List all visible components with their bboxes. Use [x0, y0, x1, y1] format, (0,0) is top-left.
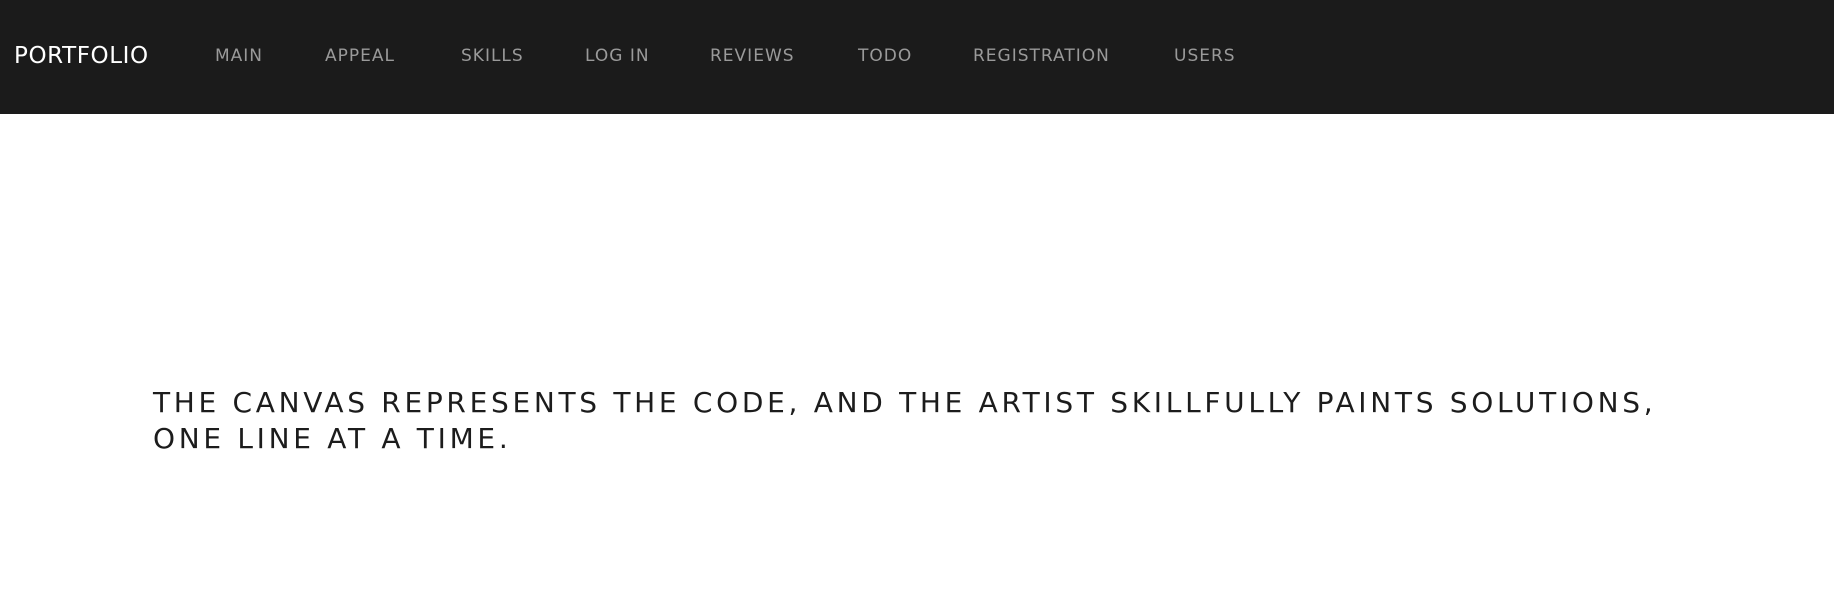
nav-item-reviews[interactable]: REVIEWS — [710, 0, 795, 114]
nav-item-todo[interactable]: TODO — [858, 0, 912, 114]
hero-text-line-2: ONE LINE AT A TIME. — [153, 422, 512, 455]
hero-text-line-1: THE CANVAS REPRESENTS THE CODE, AND THE … — [153, 386, 1657, 419]
nav-item-log-in[interactable]: LOG IN — [585, 0, 650, 114]
nav-item-registration[interactable]: REGISTRATION — [973, 0, 1110, 114]
top-navbar: PORTFOLIO MAIN APPEAL SKILLS LOG IN REVI… — [0, 0, 1834, 114]
nav-item-main[interactable]: MAIN — [215, 0, 263, 114]
nav-item-skills[interactable]: SKILLS — [461, 0, 524, 114]
hero-section: THE CANVAS REPRESENTS THE CODE, AND THE … — [153, 385, 1713, 457]
nav-item-users[interactable]: USERS — [1174, 0, 1236, 114]
nav-item-appeal[interactable]: APPEAL — [325, 0, 395, 114]
brand-link[interactable]: PORTFOLIO — [14, 0, 149, 114]
